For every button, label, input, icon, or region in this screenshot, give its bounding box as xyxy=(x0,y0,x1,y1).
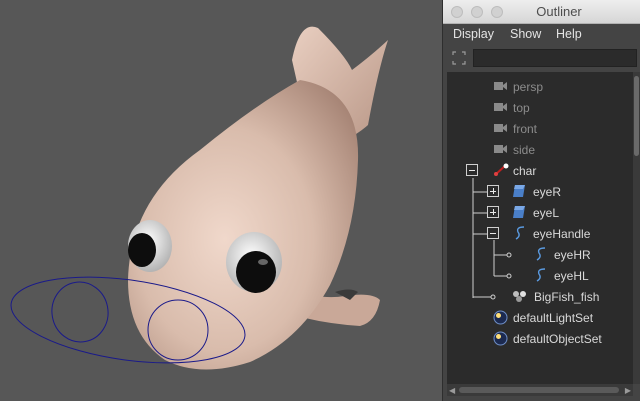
scroll-right-icon[interactable]: ▶ xyxy=(625,386,631,395)
set-icon xyxy=(493,310,508,325)
outliner-item-eyeHL[interactable]: eyeHL xyxy=(447,265,630,285)
collapse-icon[interactable] xyxy=(487,227,499,239)
menu-show[interactable]: Show xyxy=(510,27,541,41)
scroll-left-icon[interactable]: ◀ xyxy=(449,386,455,395)
menu-bar: Display Show Help xyxy=(443,24,640,46)
collapse-icon[interactable] xyxy=(466,164,478,176)
camera-icon xyxy=(494,145,507,153)
outliner-item-label: persp xyxy=(513,80,544,94)
set-icon xyxy=(493,331,508,346)
3d-viewport[interactable] xyxy=(0,0,442,401)
outliner-window: Outliner Display Show Help persp top fro… xyxy=(442,0,640,401)
vertical-scrollbar[interactable] xyxy=(633,72,640,384)
camera-icon xyxy=(494,124,507,132)
filter-row xyxy=(443,46,640,70)
outliner-item-label: side xyxy=(513,143,536,157)
outliner-item-defaultLightSet[interactable]: defaultLightSet xyxy=(447,307,630,327)
outliner-item-defaultObjectSet[interactable]: defaultObjectSet xyxy=(447,328,630,348)
curve-icon xyxy=(515,226,525,240)
outliner-item-eyeHR[interactable]: eyeHR xyxy=(447,244,630,264)
window-title: Outliner xyxy=(536,4,582,19)
outliner-item-label: eyeHR xyxy=(554,248,591,262)
outliner-item-label: defaultObjectSet xyxy=(513,332,602,346)
outliner-item-BigFish_fish[interactable]: BigFish_fish xyxy=(447,286,630,306)
outliner-item-char[interactable]: char xyxy=(447,160,630,180)
curve-icon xyxy=(536,247,546,261)
joint-icon xyxy=(494,163,509,176)
filter-input[interactable] xyxy=(473,49,637,67)
outliner-item-label: eyeHL xyxy=(554,269,589,283)
curve-icon xyxy=(536,268,546,282)
outliner-item-eyeL[interactable]: eyeL xyxy=(447,202,630,222)
mesh-icon xyxy=(513,206,525,218)
outliner-item-front[interactable]: front xyxy=(447,118,630,138)
menu-help[interactable]: Help xyxy=(556,27,582,41)
filter-icon[interactable] xyxy=(452,51,466,65)
outliner-item-label: eyeL xyxy=(533,206,560,220)
fish-model-render[interactable] xyxy=(0,0,442,401)
horizontal-scrollbar[interactable]: ◀ ▶ xyxy=(447,384,633,396)
outliner-item-eyeR[interactable]: eyeR xyxy=(447,181,630,201)
eye-right xyxy=(128,220,172,272)
menu-display[interactable]: Display xyxy=(453,27,494,41)
expand-icon[interactable] xyxy=(487,185,499,197)
group-mesh-icon xyxy=(513,291,526,302)
camera-icon xyxy=(494,103,507,111)
outliner-item-label: front xyxy=(513,122,538,136)
outliner-item-label: top xyxy=(513,101,530,115)
outliner-item-side[interactable]: side xyxy=(447,139,630,159)
outliner-item-label: char xyxy=(513,164,537,178)
outliner-item-label: eyeHandle xyxy=(533,227,591,241)
expand-icon[interactable] xyxy=(487,206,499,218)
outliner-item-top[interactable]: top xyxy=(447,97,630,117)
horizontal-scroll-thumb[interactable] xyxy=(459,387,619,393)
outliner-item-label: BigFish_fish xyxy=(534,290,600,304)
vertical-scroll-thumb[interactable] xyxy=(634,76,639,156)
camera-icon xyxy=(494,82,507,90)
outliner-item-label: eyeR xyxy=(533,185,562,199)
outliner-tree: persp top front side char eyeR eyeL eyeH… xyxy=(447,72,640,384)
outliner-item-eyeHandle[interactable]: eyeHandle xyxy=(447,223,630,243)
outliner-item-label: defaultLightSet xyxy=(513,311,594,325)
title-bar[interactable]: Outliner xyxy=(443,0,640,24)
mesh-icon xyxy=(513,185,525,197)
outliner-item-persp[interactable]: persp xyxy=(447,76,630,96)
